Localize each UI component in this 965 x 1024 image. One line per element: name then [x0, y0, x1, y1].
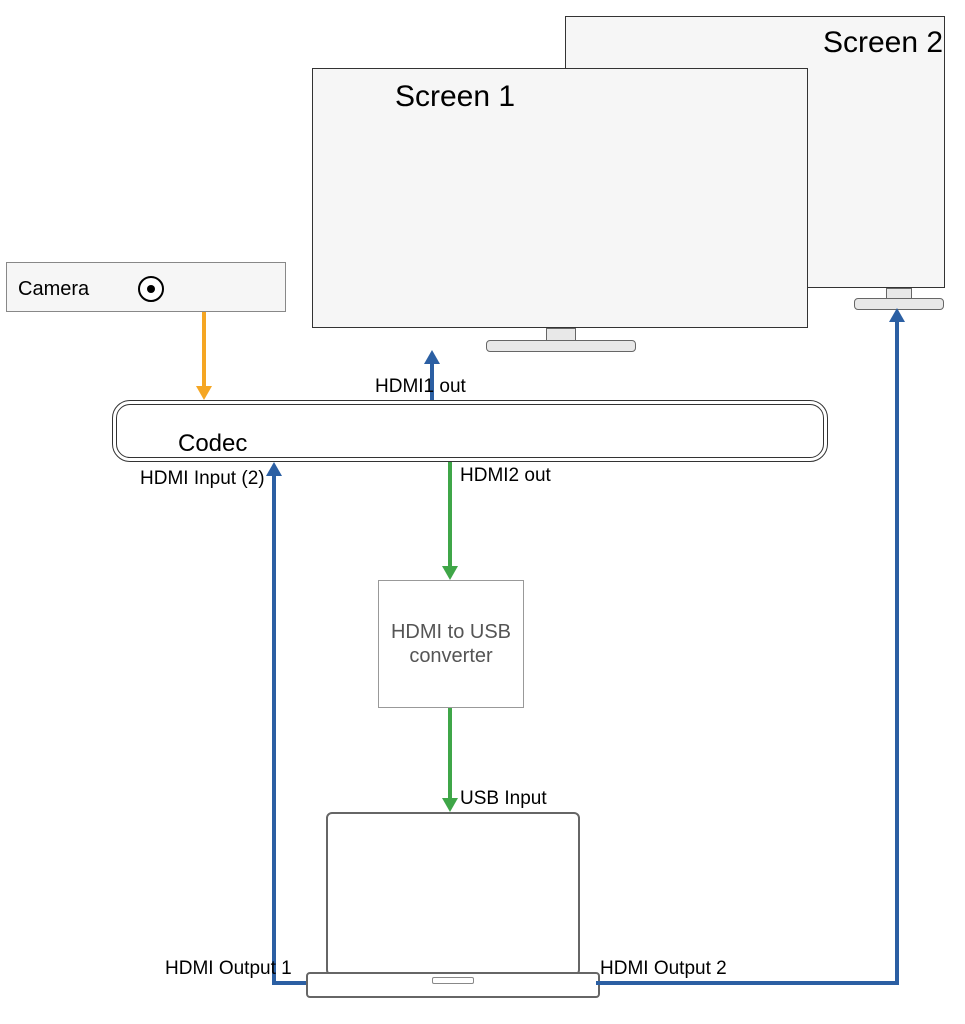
arrow-camera-to-codec [202, 312, 206, 388]
label-hdmi-output-1: HDMI Output 1 [165, 958, 292, 980]
arrowhead-hdmi1-out [424, 350, 440, 364]
arrow-hdmi-out1-h [272, 981, 306, 985]
screen-1 [312, 68, 808, 328]
camera-lens-icon [138, 276, 164, 302]
diagram-canvas: Screen 2 Screen 1 Camera Codec HDMI to U… [0, 0, 965, 1024]
arrowhead-camera-to-codec [196, 386, 212, 400]
arrowhead-hdmi2-out [442, 566, 458, 580]
arrowhead-hdmi-out2 [889, 308, 905, 322]
arrow-hdmi2-out [448, 462, 452, 568]
screen-2-label: Screen 2 [823, 26, 943, 60]
label-hdmi1-out: HDMI1 out [375, 376, 466, 398]
arrowhead-hdmi-input2 [266, 462, 282, 476]
arrow-hdmi-out1-v [272, 476, 276, 985]
laptop-base [306, 972, 600, 998]
label-hdmi-output-2: HDMI Output 2 [600, 958, 727, 980]
arrow-hdmi-out2-h [596, 981, 899, 985]
arrowhead-usb-input [442, 798, 458, 812]
screen-1-stand-base [486, 340, 636, 352]
arrow-hdmi-out2-v [895, 322, 899, 985]
label-hdmi2-out: HDMI2 out [460, 465, 551, 487]
camera-label: Camera [18, 278, 89, 301]
codec-label: Codec [178, 430, 247, 458]
hdmi-usb-converter: HDMI to USB converter [378, 580, 524, 708]
laptop-lid [326, 812, 580, 976]
screen-1-label: Screen 1 [395, 80, 515, 114]
label-usb-input: USB Input [460, 788, 547, 810]
label-hdmi-input-2: HDMI Input (2) [140, 468, 265, 490]
converter-label: HDMI to USB converter [383, 620, 519, 668]
arrow-usb-input [448, 708, 452, 800]
